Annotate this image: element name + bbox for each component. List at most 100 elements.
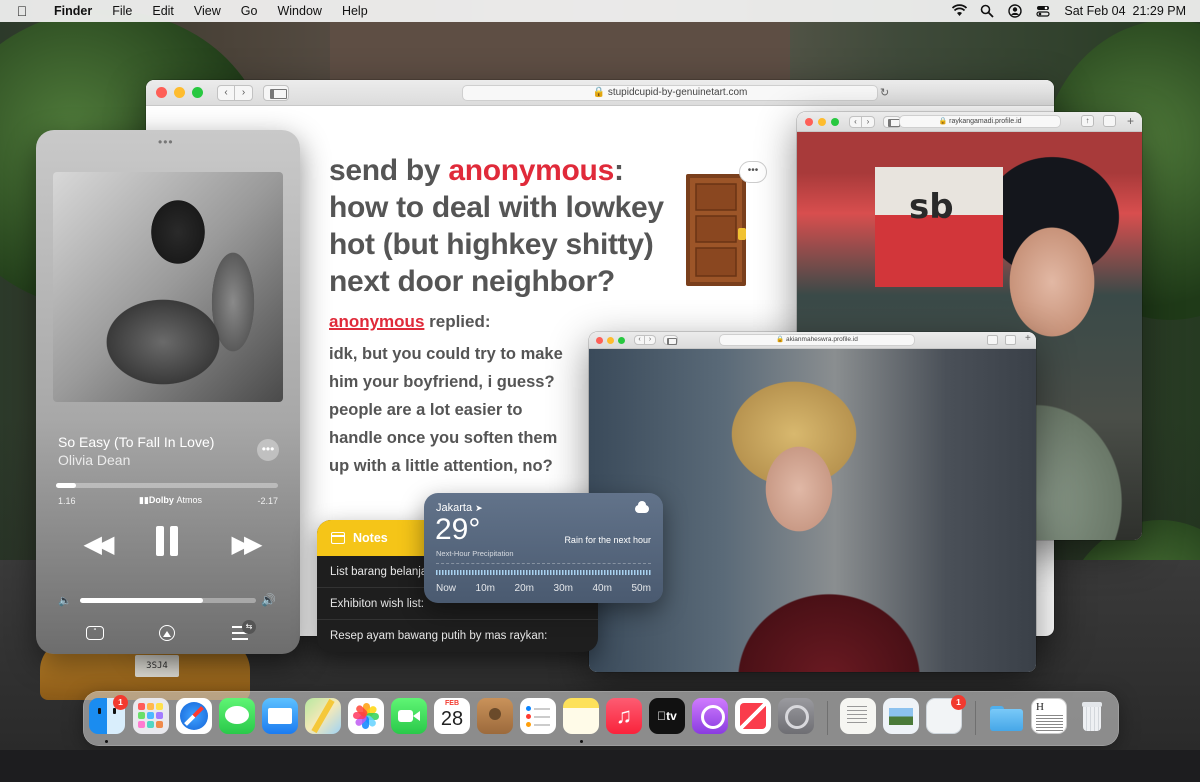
previous-track-button[interactable]: ◀◀ <box>76 530 116 559</box>
facetime-icon[interactable] <box>391 698 427 734</box>
running-indicator <box>580 740 583 743</box>
forward-chevron-icon[interactable]: › <box>235 84 253 101</box>
zoom-window-button[interactable] <box>618 336 625 344</box>
sidebar-toggle-icon[interactable] <box>663 335 678 345</box>
system-preferences-gear-icon[interactable] <box>778 698 814 734</box>
playback-progress-fill <box>56 483 76 488</box>
folder-icon[interactable] <box>988 698 1024 734</box>
apple-menu-icon[interactable]:  <box>0 3 44 19</box>
location-arrow-icon: ➤ <box>475 503 483 513</box>
airplay-icon[interactable] <box>159 625 175 641</box>
remaining-time: -2.17 <box>257 496 278 506</box>
next-track-button[interactable]: ▶▶ <box>224 530 264 559</box>
tabs-overview-icon[interactable] <box>1103 115 1116 127</box>
shuffle-icon[interactable]: ⇆ <box>242 620 256 634</box>
zoom-window-button[interactable] <box>192 87 203 98</box>
notes-app-icon[interactable] <box>563 698 599 734</box>
calendar-icon[interactable]: FEB 28 <box>434 698 470 734</box>
menu-window[interactable]: Window <box>267 4 331 18</box>
lyrics-icon[interactable]: “ <box>86 626 104 640</box>
weather-description: Rain for the next hour <box>564 535 651 545</box>
news-icon[interactable] <box>735 698 771 734</box>
post-author: anonymous <box>448 154 614 187</box>
note-item[interactable]: Resep ayam bawang putih by mas raykan: <box>317 620 598 652</box>
playback-scrubber[interactable] <box>56 483 278 488</box>
dolby-atmos-badge: ▮▮Dolby Atmos <box>139 495 202 505</box>
mail-icon[interactable] <box>262 698 298 734</box>
share-icon[interactable] <box>987 335 998 345</box>
reminders-icon[interactable] <box>520 698 556 734</box>
apple-tv-icon[interactable]: tv <box>649 698 685 734</box>
zoom-window-button[interactable] <box>831 117 839 126</box>
new-tab-icon[interactable]: + <box>1127 114 1134 128</box>
weather-widget[interactable]: Jakarta ➤ 29° Rain for the next hour Nex… <box>424 493 663 603</box>
maps-icon[interactable] <box>305 698 341 734</box>
textedit-icon[interactable] <box>840 698 876 734</box>
widget-drag-handle[interactable]: ••• <box>158 135 174 149</box>
control-center-icon[interactable] <box>1036 4 1050 18</box>
door-emoji-icon <box>686 174 746 286</box>
messages-icon[interactable] <box>219 698 255 734</box>
menu-file[interactable]: File <box>102 4 142 18</box>
menu-edit[interactable]: Edit <box>142 4 184 18</box>
share-icon[interactable]: ↑ <box>1081 115 1094 127</box>
tabs-overview-icon[interactable] <box>1005 335 1016 345</box>
time-label: 50m <box>631 583 651 594</box>
menu-go[interactable]: Go <box>231 4 268 18</box>
menu-view[interactable]: View <box>184 4 231 18</box>
album-artwork <box>53 172 283 402</box>
reload-icon[interactable]: ↻ <box>880 86 889 99</box>
menu-help[interactable]: Help <box>332 4 378 18</box>
running-indicator <box>105 740 108 743</box>
back-chevron-icon[interactable]: ‹ <box>634 335 645 345</box>
minimize-window-button[interactable] <box>607 336 614 344</box>
wallpaper-license-plate: 3SJ4 <box>135 655 179 677</box>
volume-fill <box>80 598 204 603</box>
back-chevron-icon[interactable]: ‹ <box>849 115 862 128</box>
post-question: send by anonymous: how to deal with lowk… <box>329 154 664 298</box>
forward-chevron-icon[interactable]: › <box>862 115 875 128</box>
close-window-button[interactable] <box>596 336 603 344</box>
time-label: 10m <box>475 583 495 594</box>
reply-text: idk, but you could try to make him your … <box>329 345 563 475</box>
dock: 1 FEB 28 ♫ tv 1 <box>83 691 1119 746</box>
storefront-sign: sb <box>875 167 1003 287</box>
reply-author: anonymous <box>329 312 425 331</box>
user-account-icon[interactable] <box>1008 4 1023 18</box>
minimize-window-button[interactable] <box>174 87 185 98</box>
contacts-icon[interactable] <box>477 698 513 734</box>
safari-icon[interactable] <box>176 698 212 734</box>
address-bar-url: stupidcupid-by-genuinetart.com <box>607 87 748 98</box>
menu-app-name[interactable]: Finder <box>44 4 102 18</box>
podcasts-icon[interactable] <box>692 698 728 734</box>
new-tab-icon[interactable]: + <box>1025 333 1031 344</box>
launchpad-icon[interactable] <box>133 698 169 734</box>
document-icon[interactable] <box>1031 698 1067 734</box>
wifi-icon[interactable] <box>952 4 968 18</box>
trash-icon[interactable] <box>1074 698 1110 734</box>
music-player-widget[interactable]: ••• So Easy (To Fall In Love) Olivia Dea… <box>36 130 300 654</box>
more-options-button[interactable]: ••• <box>257 439 279 461</box>
pause-button[interactable] <box>154 526 180 556</box>
photos-icon[interactable] <box>348 698 384 734</box>
dock-separator <box>975 701 976 735</box>
volume-slider[interactable] <box>80 598 256 603</box>
preview-icon[interactable] <box>883 698 919 734</box>
dock-separator <box>827 701 828 735</box>
elapsed-time: 1.16 <box>58 496 76 506</box>
reply-label: anonymous replied: <box>329 312 491 331</box>
forward-chevron-icon[interactable]: › <box>645 335 656 345</box>
music-app-icon[interactable]: ♫ <box>606 698 642 734</box>
sidebar-toggle-icon[interactable] <box>263 84 289 101</box>
address-bar[interactable]: 🔒 raykangamadi.profile.id <box>899 115 1061 128</box>
menu-clock[interactable]: Sat Feb 04 21:29 PM <box>1064 4 1186 18</box>
address-bar[interactable]: 🔒 akianmaheswra.profile.id <box>719 334 915 346</box>
minimize-window-button[interactable] <box>818 117 826 126</box>
back-chevron-icon[interactable]: ‹ <box>217 84 235 101</box>
address-bar[interactable]: 🔒 stupidcupid-by-genuinetart.com <box>462 85 878 101</box>
time-label: 30m <box>553 583 573 594</box>
close-window-button[interactable] <box>805 117 813 126</box>
notes-folder-icon <box>331 532 345 544</box>
spotlight-search-icon[interactable] <box>980 4 995 18</box>
close-window-button[interactable] <box>156 87 167 98</box>
